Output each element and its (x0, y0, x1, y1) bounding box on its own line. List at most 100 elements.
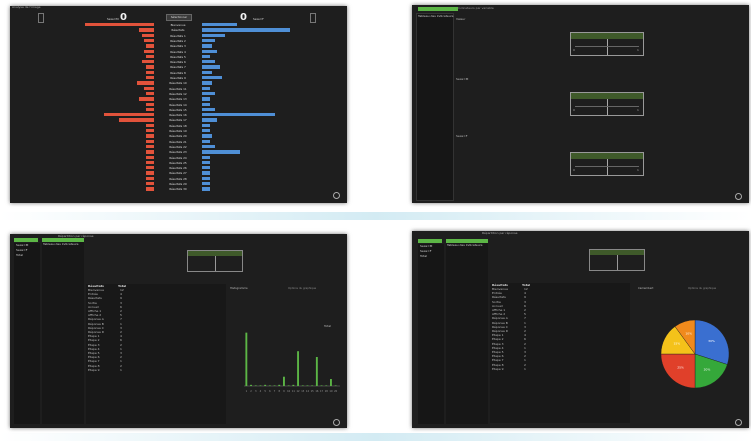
right-bar (202, 155, 210, 159)
settings-icon[interactable] (333, 192, 340, 199)
panel-piechart: Répartition par réponse Sexe=M Sexe=F To… (412, 231, 749, 428)
box-tick-left: 0 (573, 108, 575, 112)
next-icon[interactable] (310, 13, 316, 23)
left-bar (146, 65, 154, 69)
chart-tab-hist[interactable]: Histogramme (230, 287, 248, 290)
sidebar-item-f[interactable]: Sexe=F (420, 249, 431, 253)
x-tick-label: 14 (306, 390, 310, 393)
row-label: Résultats 9 (170, 76, 186, 80)
chart-tab-options[interactable]: Options du graphique (288, 287, 316, 290)
slice-label: 30% (708, 339, 715, 343)
tab-label[interactable]: Tableau des Indicateurs (43, 242, 78, 246)
right-bar (202, 144, 215, 149)
x-tick-label: 2 (250, 390, 252, 393)
sidebar-item-total[interactable]: Total (16, 253, 23, 257)
histogram-bar (315, 357, 318, 386)
x-tick-label: 12 (297, 390, 301, 393)
right-bar (202, 44, 212, 48)
right-bar (202, 166, 210, 170)
settings-icon[interactable] (333, 419, 340, 426)
pie-chart: 30% 20% 25% 15% 10% (660, 319, 730, 389)
chart-tab-options[interactable]: Options du graphique (688, 287, 716, 290)
box-axis (575, 166, 639, 167)
histogram-bar (301, 385, 304, 386)
right-bar (202, 91, 215, 96)
row-label: Résultats (171, 28, 185, 33)
row-label: Résultats 22 (169, 144, 187, 149)
chart-tab-pie[interactable]: Camembert (638, 287, 653, 290)
x-tick-label: 11 (292, 390, 296, 393)
left-bar (141, 33, 154, 37)
left-bar (146, 107, 154, 112)
left-bar (146, 176, 154, 181)
right-bar (202, 28, 290, 32)
select-button[interactable]: Sélectionner (166, 14, 192, 21)
sidebar-item-m[interactable]: Sexe=M (16, 243, 28, 247)
left-bar (146, 44, 154, 48)
sidebar-item[interactable]: Tableau des Indicateurs (418, 14, 453, 18)
separator-band-top (0, 212, 751, 220)
left-bar (146, 182, 154, 186)
left-bar (141, 60, 154, 64)
left-bar (146, 187, 154, 191)
sidebar-item-m[interactable]: Sexe=M (420, 244, 432, 248)
histogram-bar (306, 385, 309, 386)
histogram-bar (250, 384, 252, 386)
row-label: Résultats 12 (169, 91, 187, 96)
row-label: Résultats 2 (170, 38, 186, 43)
left-bar (144, 86, 154, 90)
right-bar (202, 81, 212, 85)
x-tick-label: 19 (329, 390, 333, 393)
x-tick-label: 13 (301, 390, 305, 393)
x-tick-label: 4 (260, 390, 262, 393)
row-label: Résultats 15 (169, 107, 187, 112)
histogram-bar (273, 385, 276, 386)
left-bar (139, 97, 154, 101)
tab-indicateurs[interactable] (14, 238, 38, 242)
box-median (607, 39, 608, 55)
histogram-bar (283, 376, 285, 386)
right-bar (202, 23, 237, 27)
slice-label: 15% (673, 342, 680, 346)
box-tick-right: 1 (637, 48, 639, 52)
sidebar-item-total[interactable]: Total (420, 254, 427, 258)
tab-indicateurs[interactable] (418, 239, 442, 243)
left-bar (146, 70, 154, 75)
panel-histogram: Répartition par réponse Sexe=M Sexe=F To… (10, 234, 347, 428)
boxplot-2: 01 (570, 92, 644, 116)
histogram-bar (254, 385, 257, 386)
row-label: Résultats 5 (170, 54, 186, 59)
pie-slice (660, 353, 696, 389)
right-bar (202, 176, 210, 181)
tab-indicateurs[interactable] (418, 7, 458, 11)
row-label: Résultats 7 (170, 65, 186, 70)
left-bar (146, 144, 154, 149)
left-bar (144, 38, 154, 43)
boxplot-1: 01 (570, 32, 644, 56)
row-label-m: Sexe=M (456, 77, 469, 81)
prev-icon[interactable] (38, 13, 44, 23)
left-bar (146, 139, 154, 143)
left-bar (119, 118, 154, 122)
left-bar (144, 49, 154, 53)
histogram-bar (264, 384, 267, 386)
row-label: Résultats 6 (170, 60, 186, 65)
row-label: Résultats 16 (169, 113, 187, 118)
left-bar (104, 113, 154, 117)
row-label: Résultats 4 (170, 49, 186, 54)
tab-label[interactable]: Tableau des Indicateurs (447, 243, 482, 247)
left-bar (146, 91, 154, 96)
histogram-bar (268, 385, 271, 386)
settings-icon[interactable] (735, 193, 742, 200)
settings-icon[interactable] (735, 419, 742, 426)
histogram-chart: 1 2 3 4 5 6 7 8 9 10 11 12 13 14 15 16 17 18 19 20Total (244, 324, 340, 393)
data-table: Résultats Total Bienvenue 12 Entrée 4 Résult… (490, 283, 630, 423)
row-label: Résultats 1 (170, 33, 186, 38)
sidebar-item-f[interactable]: Sexe=F (16, 248, 27, 252)
right-bar (202, 113, 275, 117)
left-bar (146, 129, 154, 133)
row-label: Résultats 10 (169, 81, 187, 86)
left-bar (136, 81, 154, 85)
histogram-bar (292, 384, 295, 386)
right-bar (202, 60, 215, 64)
